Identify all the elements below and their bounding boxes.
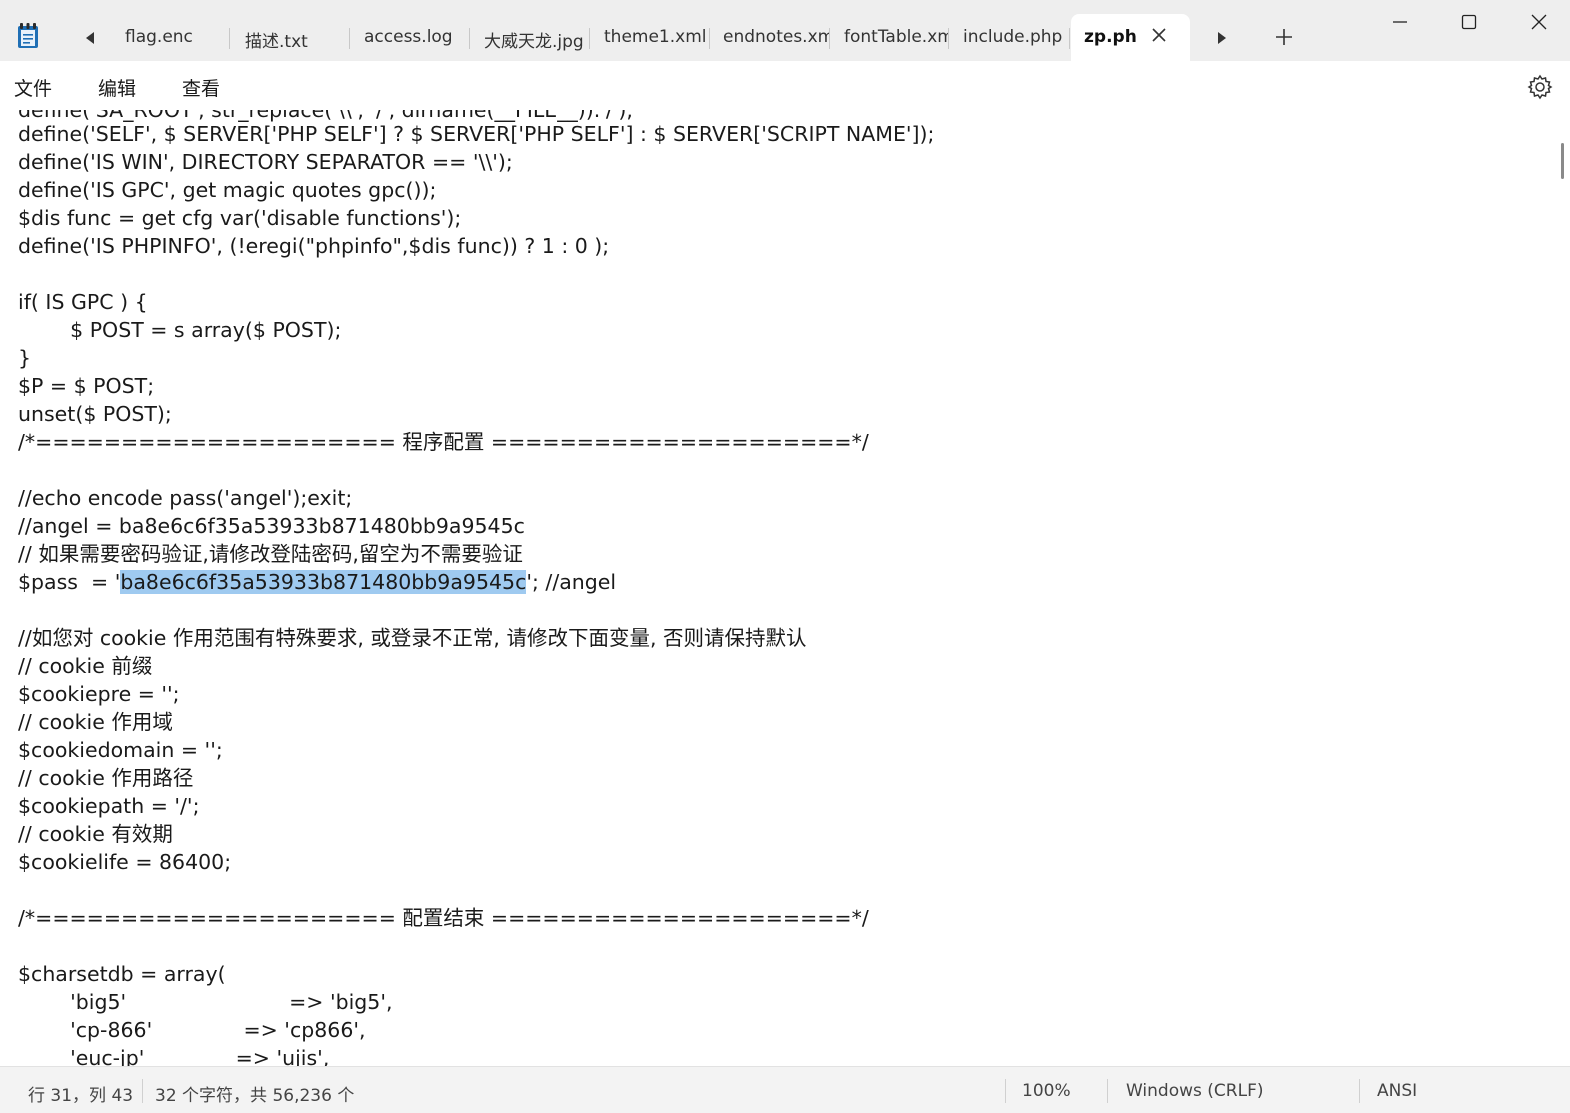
text-editor[interactable]: define('SA_ROOT', str_replace('\\', '/',…	[0, 110, 1558, 1066]
close-window-button[interactable]	[1504, 0, 1570, 44]
tab-label: fontTable.xml	[844, 27, 949, 47]
minimize-button[interactable]	[1365, 0, 1435, 44]
tab-description-txt[interactable]: 描述.txt	[235, 14, 350, 61]
vertical-scrollbar[interactable]	[1558, 110, 1570, 1066]
selection-count: 32 个字符，共 56,236 个	[155, 1086, 355, 1106]
caret-right-icon	[1218, 32, 1226, 44]
code-line: //angel = ba8e6c6f35a53933b871480bb9a954…	[18, 514, 525, 538]
code-line: if( IS GPC ) {	[18, 290, 148, 314]
tab-label: 大威天龙.jpg	[484, 32, 584, 52]
code-line: define('IS WIN', DIRECTORY SEPARATOR == …	[18, 150, 513, 174]
menu-edit[interactable]: 编辑	[98, 74, 136, 101]
code-line: $charsetdb = array(	[18, 962, 226, 986]
minimize-icon	[1393, 21, 1407, 23]
code-line: //echo encode pass('angel');exit;	[18, 486, 353, 510]
tab-endnotes-xml[interactable]: endnotes.xml	[713, 14, 830, 61]
line-ending[interactable]: Windows (CRLF)	[1126, 1081, 1264, 1101]
tab-access-log[interactable]: access.log	[354, 14, 470, 61]
status-bar: 行 31，列 43 32 个字符，共 56,236 个 100% Windows…	[0, 1066, 1570, 1113]
tab-label: endnotes.xml	[723, 27, 830, 47]
notepad-icon[interactable]	[17, 23, 39, 49]
code-line: 'cp-866' => 'cp866',	[18, 1018, 366, 1042]
code-line: // cookie 作用路径	[18, 766, 194, 790]
tab-include-php[interactable]: include.php	[953, 14, 1070, 61]
code-line: define('SELF', $ SERVER['PHP SELF'] ? $ …	[18, 122, 935, 146]
maximize-icon	[1461, 14, 1477, 30]
code-line: // 如果需要密码验证,请修改登陆密码,留空为不需要验证	[18, 542, 523, 566]
code-line: //如您对 cookie 作用范围有特殊要求, 或登录不正常, 请修改下面变量,…	[18, 626, 807, 650]
title-bar: flag.enc 描述.txt access.log 大威天龙.jpg them…	[0, 0, 1570, 61]
tab-dawei-tianlong-jpg[interactable]: 大威天龙.jpg	[474, 14, 590, 61]
close-icon[interactable]	[1151, 27, 1167, 43]
code-text: '; //angel	[526, 570, 617, 594]
tab-label: access.log	[364, 27, 453, 47]
code-line: // cookie 作用域	[18, 710, 173, 734]
zoom-level[interactable]: 100%	[1022, 1081, 1071, 1101]
code-line: unset($ POST);	[18, 402, 172, 426]
code-line: $P = $ POST;	[18, 374, 155, 398]
code-line: }	[18, 346, 32, 370]
code-line: $dis func = get cfg var('disable functio…	[18, 206, 462, 230]
tab-label: theme1.xml	[604, 27, 707, 47]
code-line: $ POST = s array($ POST);	[18, 318, 342, 342]
code-line: define('IS PHPINFO', (!eregi("phpinfo",$…	[18, 234, 610, 258]
tab-theme1-xml[interactable]: theme1.xml	[594, 14, 710, 61]
plus-icon[interactable]	[1274, 27, 1294, 47]
code-line: define('IS GPC', get magic quotes gpc())…	[18, 178, 437, 202]
code-line: /*===================== 程序配置 ===========…	[18, 430, 869, 454]
caret-left-icon	[86, 32, 94, 44]
code-line: $pass = 'ba8e6c6f35a53933b871480bb9a9545…	[18, 568, 616, 596]
close-icon	[1531, 14, 1547, 30]
code-text: $pass = '	[18, 570, 121, 594]
code-line: $cookielife = 86400;	[18, 850, 232, 874]
menu-view[interactable]: 查看	[182, 74, 220, 101]
tab-scroll-right-button[interactable]	[1212, 28, 1232, 48]
tab-label: include.php	[963, 27, 1063, 47]
scrollbar-thumb[interactable]	[1561, 143, 1564, 179]
code-line: $cookiepre = '';	[18, 682, 180, 706]
code-line: $cookiedomain = '';	[18, 738, 223, 762]
maximize-button[interactable]	[1434, 0, 1504, 44]
tab-fonttable-xml[interactable]: fontTable.xml	[834, 14, 949, 61]
code-line: // cookie 前缀	[18, 654, 153, 678]
code-line: // cookie 有效期	[18, 822, 173, 846]
menu-file[interactable]: 文件	[14, 74, 52, 101]
tab-scroll-left-button[interactable]	[80, 28, 100, 48]
encoding[interactable]: ANSI	[1377, 1081, 1417, 1101]
tab-label: flag.enc	[125, 27, 193, 47]
tab-flag-enc[interactable]: flag.enc	[115, 14, 230, 61]
tab-label: 描述.txt	[245, 32, 308, 52]
gear-icon[interactable]	[1527, 74, 1553, 100]
tab-zp-ph[interactable]: zp.ph	[1071, 14, 1190, 61]
code-line: 'big5' => 'big5',	[18, 990, 393, 1014]
tab-label: zp.ph	[1084, 27, 1137, 47]
code-line: $cookiepath = '/';	[18, 794, 200, 818]
cursor-position: 行 31，列 43	[28, 1086, 134, 1106]
selected-text: ba8e6c6f35a53933b871480bb9a9545c	[120, 570, 527, 594]
menu-bar: 文件 编辑 查看	[0, 61, 1570, 111]
code-line: /*===================== 配置结束 ===========…	[18, 906, 869, 930]
code-line: 'euc-jp' => 'ujis',	[18, 1046, 330, 1066]
